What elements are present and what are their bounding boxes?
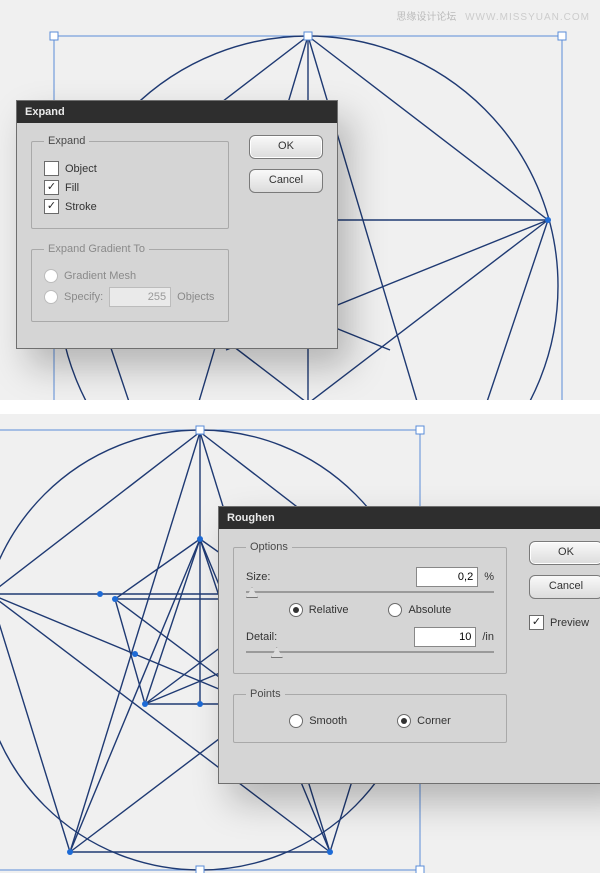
object-checkbox[interactable] — [44, 161, 59, 176]
size-slider[interactable] — [246, 591, 494, 593]
detail-label: Detail: — [246, 631, 277, 643]
roughen-dialog-body: OK Cancel Preview Options Size: % — [219, 529, 600, 783]
watermark-text: 思缘设计论坛 — [396, 12, 456, 23]
expand-dialog: Expand OK Cancel Expand Object Fill Stro… — [16, 100, 338, 349]
relative-label: Relative — [309, 604, 349, 616]
specify-radio — [44, 290, 58, 304]
expand-gradient-group: Expand Gradient To Gradient Mesh Specify… — [31, 243, 229, 322]
corner-label: Corner — [417, 715, 451, 727]
top-panel: Expand OK Cancel Expand Object Fill Stro… — [0, 0, 600, 400]
smooth-label: Smooth — [309, 715, 347, 727]
expand-group-legend: Expand — [44, 135, 89, 147]
cancel-button[interactable]: Cancel — [249, 169, 323, 193]
expand-group: Expand Object Fill Stroke — [31, 135, 229, 229]
specify-unit: Objects — [177, 291, 214, 303]
stroke-label: Stroke — [65, 201, 97, 213]
points-group: Points Smooth Corner — [233, 688, 507, 743]
detail-unit: /in — [482, 631, 494, 643]
preview-label: Preview — [550, 617, 589, 629]
object-label: Object — [65, 163, 97, 175]
detail-input[interactable] — [414, 627, 476, 647]
detail-slider[interactable] — [246, 651, 494, 653]
expand-dialog-body: OK Cancel Expand Object Fill Stroke — [17, 123, 337, 348]
smooth-radio[interactable] — [289, 714, 303, 728]
size-label: Size: — [246, 571, 270, 583]
size-input[interactable] — [416, 567, 478, 587]
ok-button[interactable]: OK — [529, 541, 600, 565]
watermark-url: WWW.MISSYUAN.COM — [465, 12, 590, 23]
roughen-dialog-title: Roughen — [219, 507, 600, 529]
fill-label: Fill — [65, 182, 79, 194]
options-group: Options Size: % Relative — [233, 541, 507, 674]
specify-label: Specify: — [64, 291, 103, 303]
options-legend: Options — [246, 541, 292, 553]
corner-radio[interactable] — [397, 714, 411, 728]
expand-dialog-title: Expand — [17, 101, 337, 123]
bottom-panel: Roughen OK Cancel Preview Options Size: … — [0, 414, 600, 873]
specify-input — [109, 287, 171, 307]
stroke-checkbox[interactable] — [44, 199, 59, 214]
absolute-radio[interactable] — [388, 603, 402, 617]
absolute-label: Absolute — [408, 604, 451, 616]
gradient-mesh-label: Gradient Mesh — [64, 270, 136, 282]
expand-gradient-legend: Expand Gradient To — [44, 243, 149, 255]
relative-radio[interactable] — [289, 603, 303, 617]
cancel-button[interactable]: Cancel — [529, 575, 600, 599]
gradient-mesh-radio — [44, 269, 58, 283]
points-legend: Points — [246, 688, 285, 700]
size-unit: % — [484, 571, 494, 583]
ok-button[interactable]: OK — [249, 135, 323, 159]
watermark: 思缘设计论坛 WWW.MISSYUAN.COM — [396, 8, 590, 23]
preview-checkbox[interactable] — [529, 615, 544, 630]
fill-checkbox[interactable] — [44, 180, 59, 195]
roughen-dialog: Roughen OK Cancel Preview Options Size: … — [218, 506, 600, 784]
